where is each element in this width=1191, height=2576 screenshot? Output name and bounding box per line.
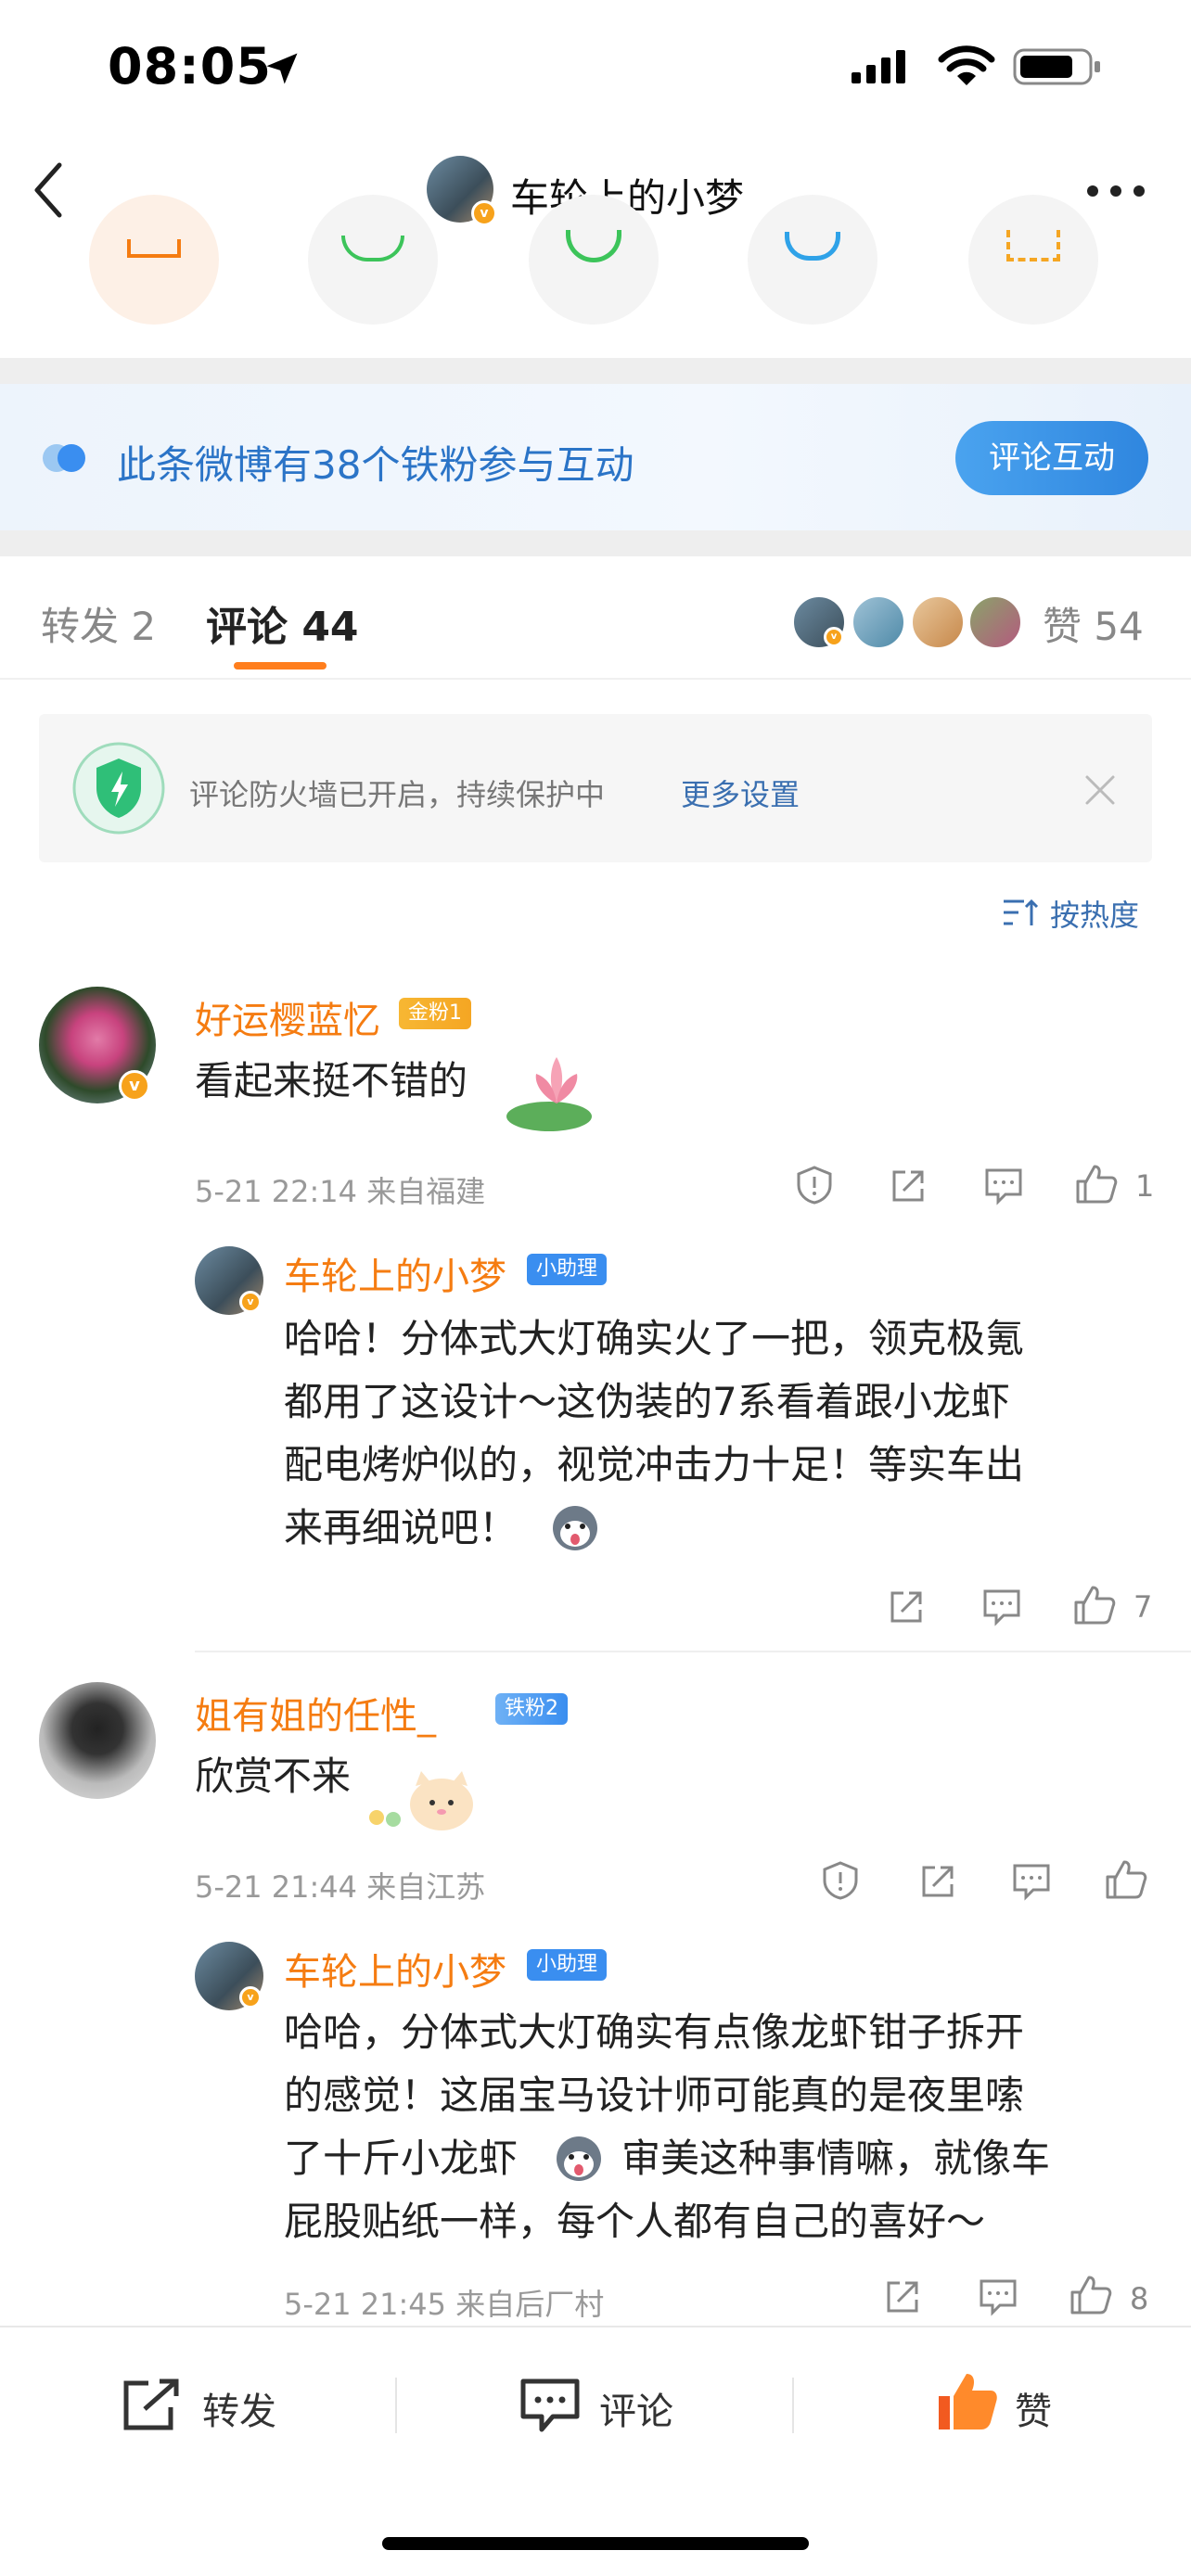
tab-like[interactable]: 赞 54 [1043,595,1144,652]
close-icon[interactable] [1083,773,1117,807]
reply-icon[interactable] [978,2277,1018,2316]
comment-meta: 5-21 21:44 来自江苏 [195,1869,486,1905]
share-icon[interactable] [883,2277,922,2316]
comment-divider [195,1651,1191,1652]
liker-avatar[interactable] [852,595,905,649]
reply-text-line: 都用了这设计～这伪装的7系看着跟小龙虾 [284,1379,1010,1424]
wifi-icon [938,45,995,85]
banner-text: 此条微博有38个铁粉参与互动 [117,442,634,488]
verified-badge-icon: v [824,627,844,647]
assistant-badge: 小助理 [527,1949,608,1981]
share-option-wechat[interactable] [308,195,438,325]
bottom-separator [395,2378,397,2433]
reply-icon[interactable] [981,1588,1022,1626]
assistant-badge: 小助理 [527,1254,608,1285]
home-indicator [382,2537,809,2550]
cellular-signal-icon [852,50,905,83]
share-icon[interactable] [889,1167,928,1205]
bottom-repost-button[interactable]: 转发 [202,2381,276,2435]
tab-divider [0,678,1191,680]
commenter-name[interactable]: 好运樱蓝忆 [195,990,380,1044]
fan-level-badge: 金粉1 [399,998,471,1029]
status-time: 08:05 [108,37,272,96]
reply-name[interactable]: 车轮上的小梦 [284,1246,506,1300]
reply-text-line: 配电烤炉似的，视觉冲击力十足！等实车出 [284,1442,1025,1487]
bottom-comment-button[interactable]: 评论 [599,2381,673,2435]
share-option-save[interactable] [968,195,1098,325]
reply-text-line: 哈哈！分体式大灯确实火了一把，领克极氪 [284,1316,1025,1361]
back-arrow-icon[interactable] [28,158,69,223]
shield-icon [72,742,165,835]
like-icon[interactable] [1104,1858,1148,1901]
reply-meta: 5-21 21:45 来自后厂村 [284,2287,605,2322]
cat-sticker-icon [369,1771,473,1830]
bottom-bar-divider [0,2326,1191,2327]
like-filled-icon[interactable] [933,2368,1000,2435]
husky-emoji-icon [557,2136,601,2181]
verified-badge-icon: v [119,1070,150,1102]
comment-interact-button[interactable]: 评论互动 [955,421,1148,495]
sort-by-hot-button[interactable]: 按热度 [1050,892,1139,935]
verified-badge-icon: v [471,200,497,226]
reply-text-line: 了十斤小龙虾 [284,2136,519,2181]
share-option-1[interactable] [89,195,219,325]
verified-badge-icon: v [239,1986,262,2009]
bottom-separator [792,2378,794,2433]
liker-avatar[interactable] [968,595,1022,649]
reply-text-line: 的感觉！这届宝马设计师可能真的是夜里嗦 [284,2072,1025,2118]
sort-icon[interactable] [1002,898,1039,929]
commenter-avatar[interactable] [39,1682,156,1799]
reply-text-line: 来再细说吧！ [284,1505,519,1550]
verified-badge-icon: v [239,1291,262,1313]
reply-text-line: 审美这种事情嘛，就像车 [621,2136,1051,2181]
comment-icon[interactable] [518,2376,583,2435]
report-icon[interactable] [820,1860,861,1901]
husky-emoji-icon [553,1506,597,1550]
comment-text: 欣赏不来 [195,1753,352,1799]
repost-icon[interactable] [121,2378,186,2433]
tab-repost[interactable]: 转发 2 [41,595,156,652]
more-settings-link[interactable]: 更多设置 [681,772,800,814]
like-count: 7 [1133,1589,1153,1625]
commenter-name[interactable]: 姐有姐的任性_ [195,1686,436,1740]
more-dots-icon[interactable] [1083,182,1148,200]
like-count: 8 [1130,2281,1149,2316]
fan-level-badge: 铁粉2 [495,1693,568,1725]
lotus-sticker-icon [506,1057,592,1131]
share-icon[interactable] [887,1588,926,1626]
like-icon[interactable] [1072,1584,1117,1626]
share-option-qq[interactable] [748,195,877,325]
share-icon[interactable] [918,1862,957,1901]
like-count: 1 [1135,1168,1155,1204]
firewall-text: 评论防火墙已开启，持续保护中 [189,777,606,812]
reply-text-line: 屁股贴纸一样，每个人都有自己的喜好～ [284,2199,986,2244]
reply-name[interactable]: 车轮上的小梦 [284,1942,506,1996]
location-arrow-icon [266,53,298,84]
interaction-icon [43,444,85,472]
bottom-like-button[interactable]: 赞 [1015,2381,1052,2435]
active-tab-indicator [234,662,327,670]
section-separator [0,358,1191,384]
reply-icon[interactable] [983,1167,1024,1205]
tab-comment[interactable]: 评论 44 [206,593,359,653]
liker-avatar[interactable] [911,595,965,649]
like-icon[interactable] [1074,1163,1119,1205]
report-icon[interactable] [794,1165,835,1205]
section-separator [0,530,1191,556]
comment-meta: 5-21 22:14 来自福建 [195,1174,486,1209]
battery-icon [1013,48,1100,85]
share-option-moments[interactable] [529,195,659,325]
reply-text-line: 哈哈，分体式大灯确实有点像龙虾钳子拆开 [284,2009,1025,2055]
reply-icon[interactable] [1011,1862,1052,1901]
like-icon[interactable] [1069,2274,1113,2316]
comment-text: 看起来挺不错的 [195,1058,468,1103]
